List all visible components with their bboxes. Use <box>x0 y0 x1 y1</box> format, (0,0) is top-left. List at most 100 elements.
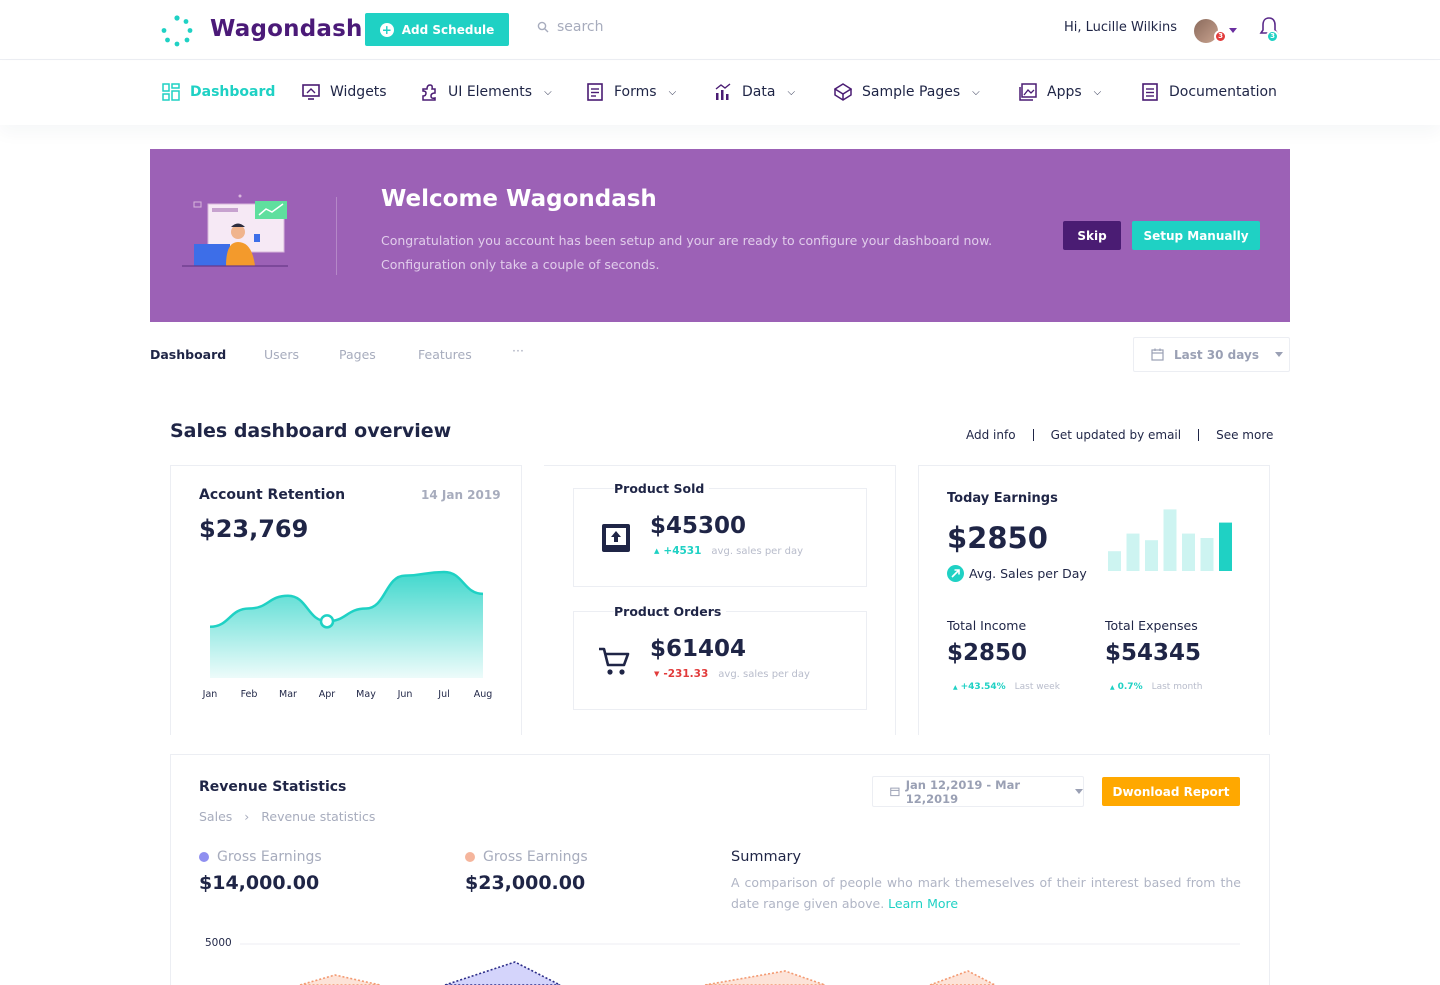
search-icon <box>537 21 549 33</box>
gross-earnings-value-2: $23,000.00 <box>465 872 586 894</box>
product-orders-sub: avg. sales per day <box>718 668 810 680</box>
earnings-bar <box>1145 540 1158 571</box>
retention-point-highlight[interactable] <box>319 614 335 629</box>
revenue-chart-partial <box>240 943 1240 985</box>
x-tick-label: Jun <box>397 689 413 700</box>
total-income-sub: Last week <box>1014 682 1060 692</box>
revenue-date-range-label: Jan 12,2019 - Mar 12,2019 <box>905 777 1021 806</box>
summary-text: A comparison of people who mark themesel… <box>731 872 1241 914</box>
chevron-down-icon: ⌵ <box>668 86 677 98</box>
x-tick-label: Aug <box>473 689 493 700</box>
x-tick-label: Apr <box>318 689 336 700</box>
form-icon <box>587 83 603 101</box>
earnings-bar-chart <box>1108 509 1232 571</box>
top-bar: Wagondash + Add Schedule Hi, Lucille Wil… <box>0 0 1440 60</box>
breadcrumb-sales[interactable]: Sales <box>199 809 232 824</box>
grid-icon <box>162 83 180 101</box>
search-input[interactable] <box>557 19 737 35</box>
total-income-delta: ▲ +43.54% Last week <box>953 682 1060 692</box>
tab-features[interactable]: Features <box>418 347 472 362</box>
summary-title: Summary <box>731 849 802 865</box>
retention-value: $23,769 <box>199 515 309 543</box>
tab-more[interactable]: ··· <box>512 343 524 358</box>
skip-button[interactable]: Skip <box>1063 221 1121 250</box>
main-nav: Dashboard Widgets UI Elements ⌵ Forms ⌵ <box>0 61 1440 125</box>
add-info-link[interactable]: Add info <box>966 428 1016 442</box>
total-expenses-value: $54345 <box>1105 640 1202 666</box>
nav-item-ui-elements[interactable]: UI Elements ⌵ <box>420 83 552 101</box>
plus-icon: + <box>379 22 394 37</box>
earnings-bar <box>1182 533 1195 571</box>
setup-manually-button[interactable]: Setup Manually <box>1132 221 1260 250</box>
brand-name[interactable]: Wagondash <box>210 16 363 42</box>
retention-area <box>210 571 483 678</box>
earnings-bar <box>1219 522 1232 571</box>
chevron-down-icon: ⌵ <box>544 86 552 98</box>
tab-pages[interactable]: Pages <box>339 347 376 362</box>
gross-earnings-legend-2: Gross Earnings <box>465 849 588 865</box>
add-schedule-label: Add Schedule <box>401 22 495 37</box>
get-updated-link[interactable]: Get updated by email <box>1051 428 1182 442</box>
nav-item-label: Data <box>742 84 776 100</box>
x-tick-label: May <box>356 689 376 700</box>
retention-date: 14 Jan 2019 <box>421 488 501 502</box>
x-tick-label: Jan <box>202 689 218 700</box>
earnings-bar <box>1200 538 1214 571</box>
welcome-divider <box>336 197 337 275</box>
bar-chart-icon <box>715 83 731 100</box>
nav-item-label: Widgets <box>330 84 387 100</box>
earnings-title: Today Earnings <box>947 491 1058 506</box>
product-orders-value: $61404 <box>650 636 747 662</box>
breadcrumb: Sales › Revenue statistics <box>199 809 375 824</box>
earnings-bar <box>1108 551 1121 571</box>
summary-body: A comparison of people who mark themesel… <box>731 875 1241 911</box>
x-tick-label: Feb <box>240 689 258 700</box>
legend-dot-purple <box>199 852 209 862</box>
legend-label: Gross Earnings <box>217 849 322 865</box>
welcome-message: Congratulation you account has been setu… <box>381 233 993 272</box>
inbox-upload-icon <box>602 524 630 552</box>
nav-item-data[interactable]: Data ⌵ <box>714 83 795 101</box>
date-range-select[interactable]: Last 30 days <box>1133 337 1290 372</box>
nav-item-apps[interactable]: Apps ⌵ <box>1019 83 1101 101</box>
product-sold-value: $45300 <box>650 513 747 539</box>
caret-down-icon <box>1274 352 1283 357</box>
avg-sales-text: Avg. Sales per Day <box>969 566 1087 581</box>
monitor-icon <box>302 84 320 100</box>
nav-item-widgets[interactable]: Widgets <box>302 83 387 101</box>
add-schedule-button[interactable]: + Add Schedule <box>365 13 509 46</box>
avatar-notification-badge: 3 <box>1214 30 1227 43</box>
link-separator <box>1032 429 1034 441</box>
nav-item-sample-pages[interactable]: Sample Pages ⌵ <box>834 83 980 101</box>
download-report-button[interactable]: Dwonload Report <box>1102 777 1240 806</box>
caret-down-icon <box>1075 789 1083 794</box>
legend-label: Gross Earnings <box>483 849 588 865</box>
x-tick-label: Mar <box>279 689 297 700</box>
product-sold-delta: ▲ +4531 avg. sales per day <box>654 545 803 557</box>
nav-item-forms[interactable]: Forms ⌵ <box>586 83 676 101</box>
cube-icon <box>834 83 852 101</box>
x-tick-label: Jul <box>438 689 450 700</box>
see-more-link[interactable]: See more <box>1216 428 1273 442</box>
learn-more-link[interactable]: Learn More <box>888 896 958 911</box>
chevron-down-icon: ⌵ <box>1093 86 1102 98</box>
nav-item-documentation[interactable]: Documentation <box>1141 83 1277 101</box>
nav-item-label: Forms <box>614 84 657 100</box>
nav-item-label: Apps <box>1047 84 1082 100</box>
revenue-date-range[interactable]: Jan 12,2019 - Mar 12,2019 <box>872 776 1084 807</box>
earnings-bar <box>1163 509 1177 571</box>
caret-down-icon[interactable] <box>1229 28 1237 33</box>
nav-item-label: Dashboard <box>190 84 276 100</box>
logo-icon[interactable] <box>160 14 194 48</box>
y-axis-tick: 5000 <box>205 937 232 949</box>
breadcrumb-revenue[interactable]: Revenue statistics <box>261 809 375 824</box>
welcome-banner: Welcome Wagondash Congratulation you acc… <box>150 149 1290 322</box>
shopping-cart-icon <box>599 647 630 675</box>
trend-up-icon <box>947 565 964 582</box>
tab-dashboard[interactable]: Dashboard <box>150 347 226 362</box>
nav-item-dashboard[interactable]: Dashboard <box>162 83 275 101</box>
nav-item-label: Sample Pages <box>862 84 961 100</box>
bell-notification-badge: 3 <box>1266 30 1279 43</box>
earnings-bar <box>1126 533 1140 571</box>
tab-users[interactable]: Users <box>264 347 299 362</box>
